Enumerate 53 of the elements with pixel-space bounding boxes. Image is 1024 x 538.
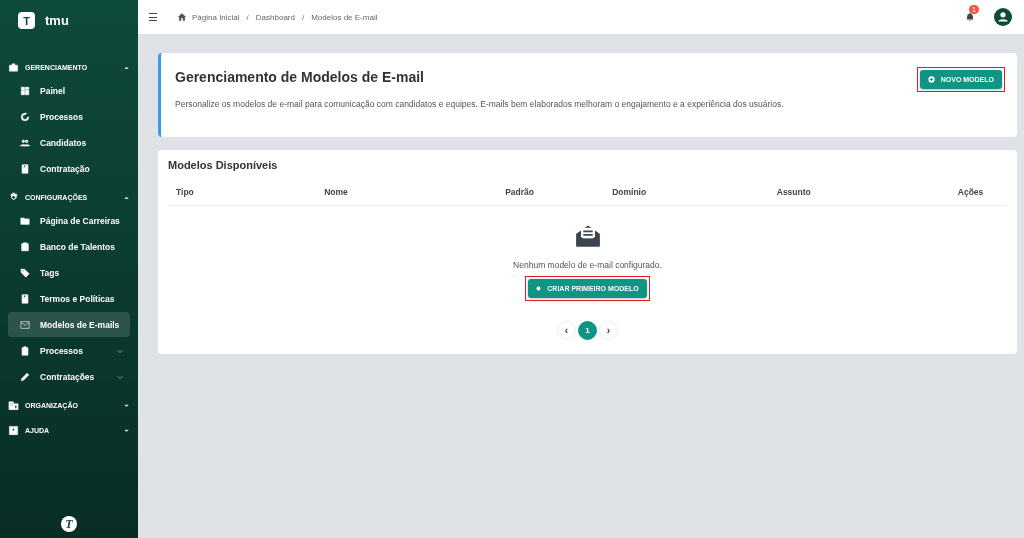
nav-icon [20, 241, 30, 252]
nav-icon [20, 267, 30, 278]
breadcrumb-link[interactable]: Dashboard [255, 12, 295, 22]
breadcrumb-link[interactable]: Página Inicial [192, 12, 240, 22]
avatar-icon[interactable] [994, 8, 1012, 26]
nav-icon [20, 163, 30, 174]
column-header: Padrão [505, 187, 535, 197]
nav-item[interactable]: Tags [8, 260, 130, 285]
nav-item[interactable]: Candidatos [8, 130, 130, 155]
logo-icon: T [18, 12, 35, 29]
column-header: Ações [957, 187, 985, 197]
footer-logo: T [61, 516, 77, 532]
nav-icon [20, 371, 30, 382]
breadcrumb-link[interactable]: Modelos de E-mail [311, 12, 378, 22]
section-icon [8, 399, 19, 411]
nav-item[interactable]: Contratação [8, 156, 130, 181]
bell-icon[interactable] [965, 12, 975, 22]
nav-icon [20, 293, 30, 304]
app-name: tmu [45, 13, 69, 28]
nav-icon [20, 137, 30, 148]
nav-item[interactable]: Banco de Talentos [8, 234, 130, 259]
nav-item[interactable]: Página de Carreiras [8, 208, 130, 233]
next-page-button[interactable]: › [599, 321, 618, 340]
breadcrumb-separator: / [301, 12, 305, 22]
column-header: Tipo [176, 187, 195, 197]
empty-message: Nenhum modelo de e-mail configurado. [513, 260, 662, 270]
card-title: Modelos Disponíveis [168, 159, 279, 171]
dot-icon [536, 286, 542, 291]
home-icon [177, 12, 187, 22]
page-title: Gerenciamento de Modelos de E-mail [175, 69, 425, 85]
nav-item[interactable]: Processos [8, 104, 130, 129]
nav-item[interactable]: Modelos de E-mails [8, 312, 130, 337]
nav-icon [20, 111, 30, 122]
nav-icon [20, 215, 30, 226]
menu-button[interactable]: ☰ [148, 10, 158, 24]
nav-icon [20, 85, 30, 96]
page-description: Personalize os modelos de e-mail para comunicação com candidatos e equipes. E-mails bem elaborados melhoram o engajamento e a experiência dos usuários. [175, 99, 785, 109]
breadcrumb-separator: / [246, 12, 249, 22]
column-header: Assunto [776, 187, 812, 197]
nav-icon [20, 345, 30, 356]
nav-item[interactable]: Processos [8, 338, 130, 363]
section-icon [8, 424, 19, 436]
previous-page-button[interactable]: ‹ [557, 321, 576, 340]
page-button[interactable]: 1 [578, 321, 597, 340]
plus-circle-icon [927, 76, 935, 83]
column-header: Domínio [612, 187, 648, 197]
section-icon [8, 61, 19, 73]
nav-icon [20, 319, 30, 330]
nav-item[interactable]: Contratações [8, 364, 130, 389]
section-icon [8, 191, 19, 203]
nav-item[interactable]: Painel [8, 78, 130, 103]
nav-item[interactable]: Termos e Políticas [8, 286, 130, 311]
column-header: Nome [324, 187, 349, 197]
